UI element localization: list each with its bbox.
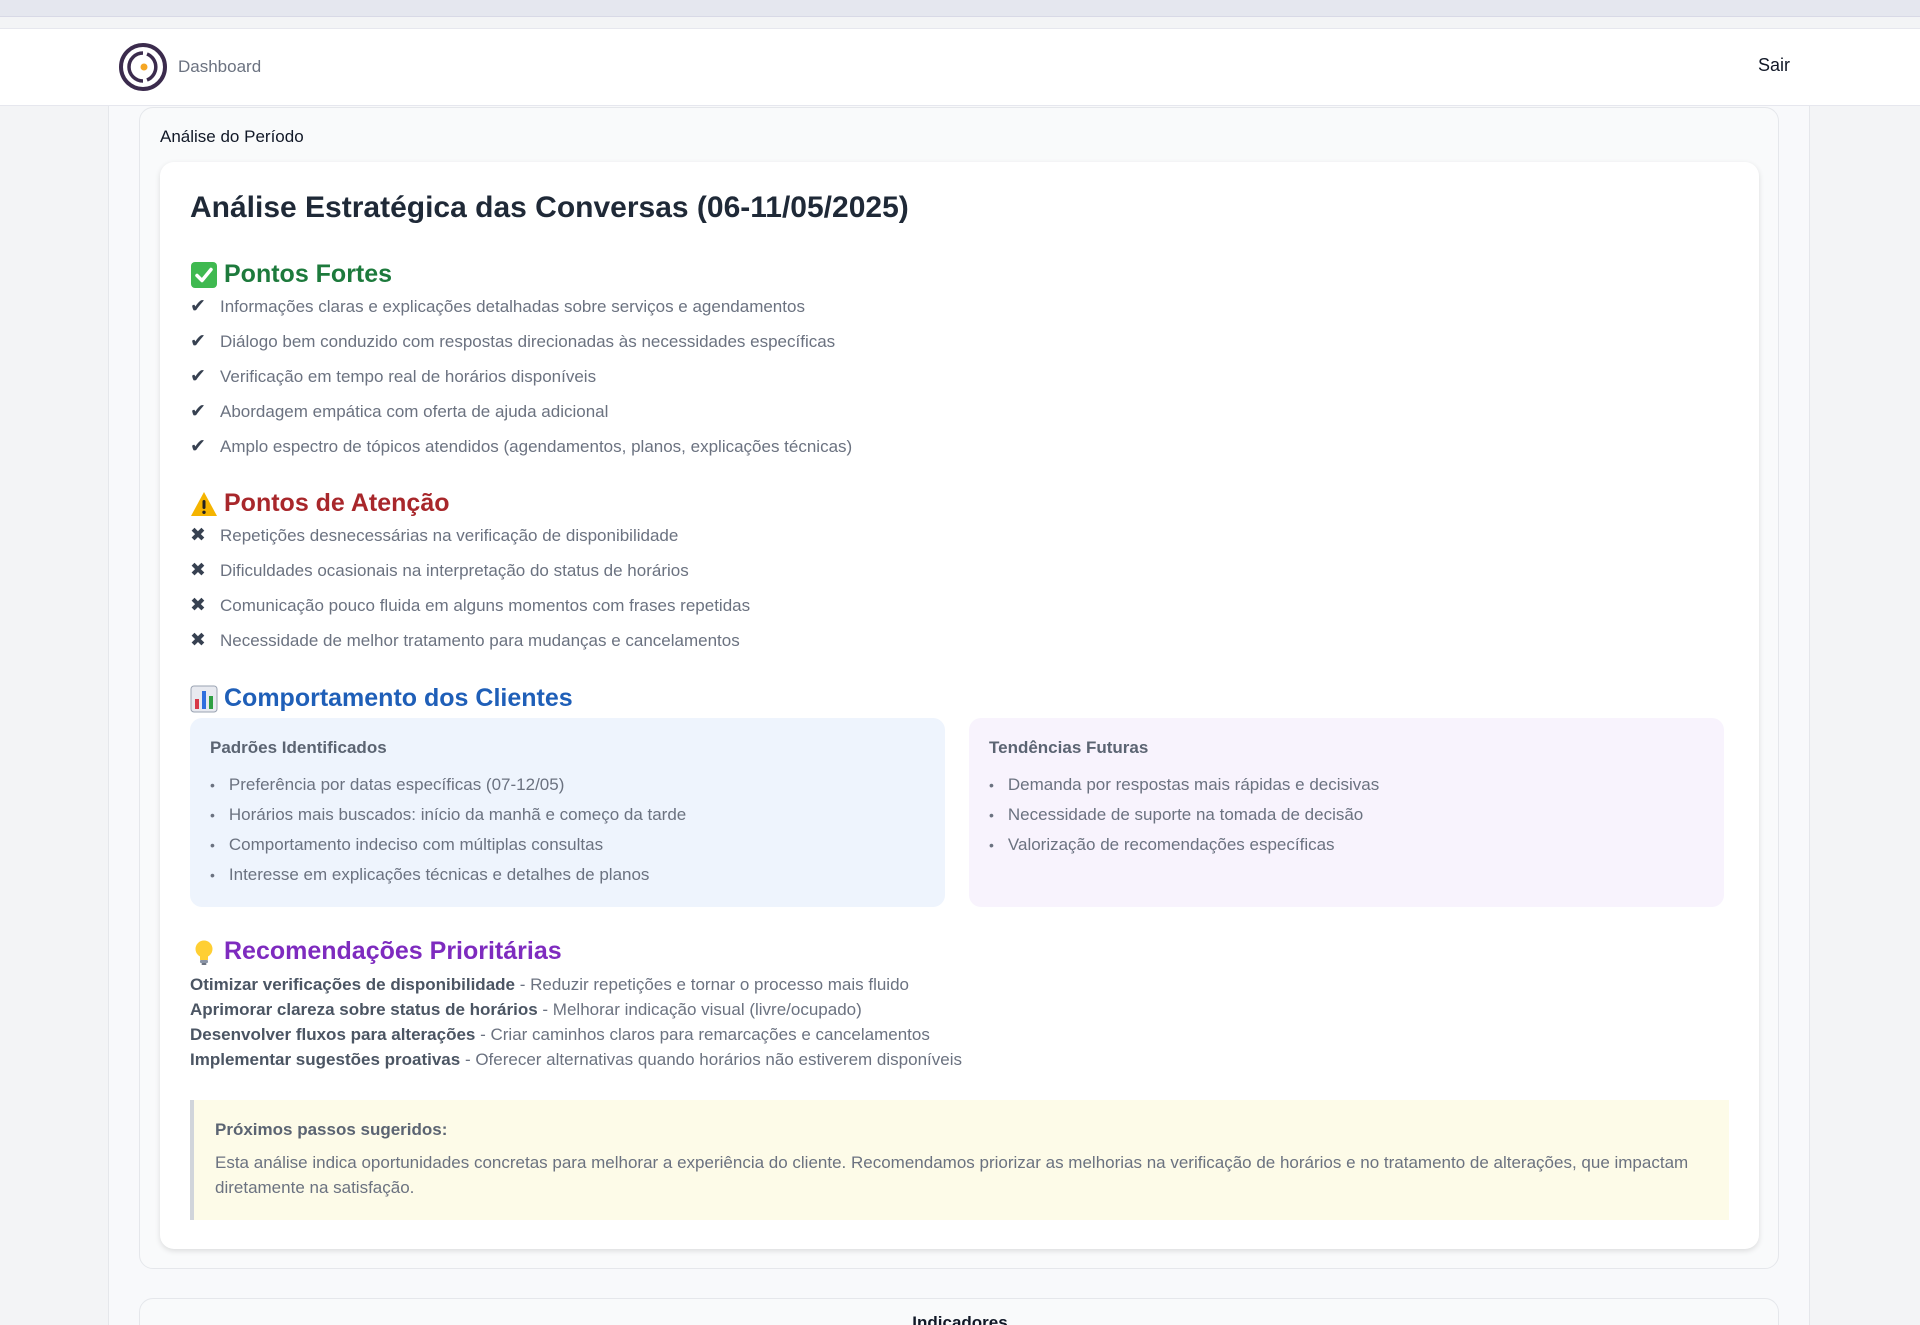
checkmark-icon: ✔ [190, 331, 206, 352]
strengths-heading: Pontos Fortes [190, 260, 392, 289]
list-item: ✔ Informações claras e explicações detalh… [190, 296, 805, 317]
cross-icon: ✖ [190, 595, 206, 616]
checkmark-icon: ✔ [190, 436, 206, 457]
list-item: Necessidade de suporte na tomada de deci… [989, 800, 1704, 830]
recommendations-list: Otimizar verificações de disponibilidade… [190, 972, 962, 1072]
list-item: ✖ Repetições desnecessárias na verificaçã… [190, 525, 679, 546]
next-steps-text: Esta análise indica oportunidades concre… [215, 1153, 1689, 1197]
checkmark-icon: ✔ [190, 296, 206, 317]
report-title: Análise Estratégica das Conversas (06-11… [190, 191, 909, 224]
indicators-title: Indicadores [912, 1313, 1008, 1325]
trends-title: Tendências Futuras [989, 738, 1149, 757]
cross-icon: ✖ [190, 560, 206, 581]
list-item: Preferência por datas específicas (07-12… [210, 770, 925, 800]
lightbulb-icon [190, 938, 218, 966]
cross-icon: ✖ [190, 525, 206, 546]
app-logo-icon[interactable] [118, 42, 168, 92]
navbar: Dashboard Sair [0, 28, 1920, 106]
list-item: Desenvolver fluxos para alterações - Cri… [190, 1025, 930, 1044]
behavior-title: Comportamento dos Clientes [224, 684, 573, 712]
attention-heading: Pontos de Atenção [190, 489, 450, 518]
check-box-icon [190, 261, 218, 289]
list-item: ✔ Amplo espectro de tópicos atendidos (ag… [190, 436, 853, 457]
list-item: ✔ Verificação em tempo real de horários d… [190, 366, 597, 387]
recommendations-heading: Recomendações Prioritárias [190, 937, 562, 966]
attention-title: Pontos de Atenção [224, 489, 450, 517]
next-steps-callout: Próximos passos sugeridos: Esta análise … [190, 1100, 1729, 1220]
section-title: Análise do Período [160, 127, 304, 146]
list-item: Interesse em explicações técnicas e deta… [210, 860, 925, 890]
trends-list: Demanda por respostas mais rápidas e dec… [989, 770, 1704, 860]
next-steps-title: Próximos passos sugeridos: [215, 1120, 448, 1139]
list-item: Demanda por respostas mais rápidas e dec… [989, 770, 1704, 800]
list-item: Aprimorar clareza sobre status de horári… [190, 1000, 862, 1019]
warning-icon [190, 490, 218, 518]
checkmark-icon: ✔ [190, 401, 206, 422]
list-item: ✖ Necessidade de melhor tratamento para m… [190, 630, 740, 651]
list-item: ✔ Abordagem empática com oferta de ajuda … [190, 401, 609, 422]
patterns-title: Padrões Identificados [210, 738, 387, 757]
checkmark-icon: ✔ [190, 366, 206, 387]
bar-chart-icon [190, 685, 218, 713]
behavior-heading: Comportamento dos Clientes [190, 684, 573, 713]
list-item: Valorização de recomendações específicas [989, 830, 1704, 860]
list-item: Otimizar verificações de disponibilidade… [190, 975, 909, 994]
strengths-title: Pontos Fortes [224, 260, 393, 288]
list-item: ✔ Diálogo bem conduzido com respostas dir… [190, 331, 836, 352]
strengths-list: ✔ Informações claras e explicações detalh… [190, 289, 852, 464]
patterns-list: Preferência por datas específicas (07-12… [210, 770, 925, 890]
nav-dashboard-link[interactable]: Dashboard [178, 57, 261, 77]
recommendations-title: Recomendações Prioritárias [224, 937, 562, 965]
list-item: ✖ Comunicação pouco fluida em alguns mome… [190, 595, 751, 616]
browser-top-strip [0, 0, 1920, 17]
logout-button[interactable]: Sair [1758, 55, 1790, 76]
trends-panel: Tendências Futuras Demanda por respostas… [969, 718, 1724, 907]
patterns-panel: Padrões Identificados Preferência por da… [190, 718, 945, 907]
list-item: Horários mais buscados: início da manhã … [210, 800, 925, 830]
cross-icon: ✖ [190, 630, 206, 651]
list-item: Implementar sugestões proativas - Oferec… [190, 1050, 962, 1069]
list-item: Comportamento indeciso com múltiplas con… [210, 830, 925, 860]
attention-list: ✖ Repetições desnecessárias na verificaçã… [190, 518, 750, 658]
list-item: ✖ Dificuldades ocasionais na interpretaçã… [190, 560, 689, 581]
